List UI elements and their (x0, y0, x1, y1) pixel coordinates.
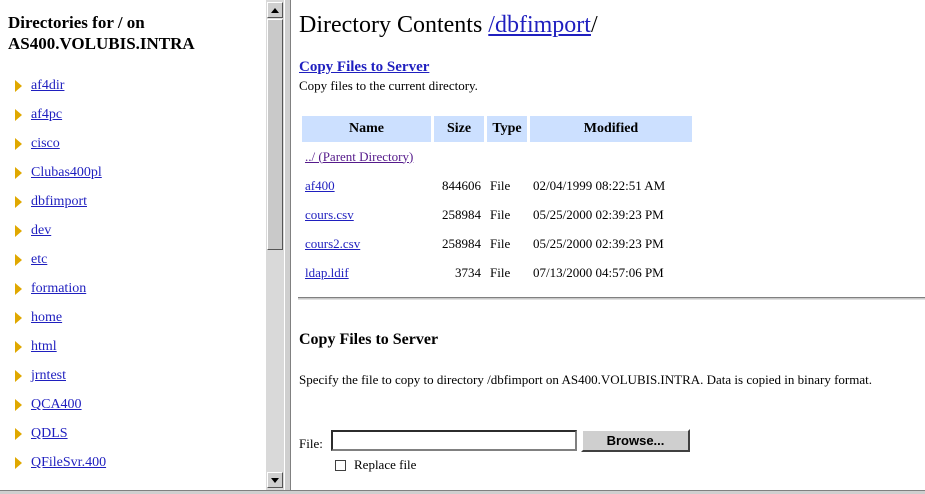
table-row: cours.csv 258984 File 05/25/2000 02:39:23 P… (302, 200, 692, 229)
file-type-cell: File (490, 264, 511, 280)
frame-divider[interactable] (284, 0, 291, 494)
arrow-up-icon (271, 8, 279, 13)
directory-link[interactable]: QFileSvr.400 (31, 455, 106, 471)
folder-arrow-icon (15, 109, 22, 121)
column-header-type: Type (487, 116, 527, 142)
table-row: cours2.csv 258984 File 05/25/2000 02:39:23 … (302, 229, 692, 258)
parent-directory-row: ../ (Parent Directory) (302, 142, 692, 171)
column-header-size: Size (434, 116, 484, 142)
replace-file-checkbox[interactable] (335, 460, 346, 471)
file-name-cell: ldap.ldif (302, 258, 431, 287)
contents-frame: Directory Contents /dbfimport/ Copy File… (291, 0, 925, 490)
directory-link[interactable]: jrntest (31, 368, 66, 384)
directory-link[interactable]: af4pc (31, 107, 62, 123)
directory-link[interactable]: dev (31, 223, 51, 239)
file-link[interactable]: cours.csv (305, 207, 354, 222)
table-header-row: Name Size Type Modified (302, 116, 692, 142)
page-title-suffix: / (590, 12, 598, 38)
window-bottom-edge (0, 490, 925, 494)
file-size-cell: 3734 (455, 264, 481, 280)
page-title: Directory Contents /dbfimport/ (299, 12, 598, 39)
file-path-input[interactable] (331, 430, 577, 451)
scroll-down-button[interactable] (267, 472, 283, 488)
file-name-cell: cours.csv (302, 200, 431, 229)
file-field-label: File: (299, 436, 323, 451)
parent-directory-link[interactable]: ../ (Parent Directory) (305, 149, 413, 164)
folder-arrow-icon (15, 312, 22, 324)
upload-section-description: Specify the file to copy to directory /d… (299, 372, 872, 387)
table-row: ldap.ldif 3734 File 07/13/2000 04:57:06 PM (302, 258, 692, 287)
column-header-name: Name (302, 116, 431, 142)
page-title-text: Directory Contents (299, 12, 489, 38)
title-line-1: Directories for / on (8, 13, 145, 32)
file-modified-cell: 02/04/1999 08:22:51 AM (533, 177, 666, 193)
column-header-modified: Modified (530, 116, 692, 142)
file-modified-cell: 05/25/2000 02:39:23 PM (533, 235, 664, 251)
folder-arrow-icon (15, 254, 22, 266)
file-name-cell: af400 (302, 171, 431, 200)
folder-arrow-icon (15, 341, 22, 353)
file-type-cell: File (490, 235, 511, 251)
file-link[interactable]: ldap.ldif (305, 265, 349, 280)
directory-link[interactable]: QCA400 (31, 397, 82, 413)
directory-link[interactable]: QDLS (31, 426, 68, 442)
file-table: Name Size Type Modified ../ (Parent Dire… (299, 116, 695, 287)
left-frame-scrollbar[interactable] (266, 0, 284, 490)
file-modified-cell: 07/13/2000 04:57:06 PM (533, 264, 664, 280)
directory-link[interactable]: cisco (31, 136, 60, 152)
directory-link[interactable]: home (31, 310, 62, 326)
file-size-cell: 258984 (442, 206, 481, 222)
file-name-cell: cours2.csv (302, 229, 431, 258)
directory-link[interactable]: Clubas400pl (31, 165, 102, 181)
directory-link[interactable]: dbfimport (31, 194, 87, 210)
file-size-cell: 258984 (442, 235, 481, 251)
scroll-up-button[interactable] (267, 2, 283, 18)
upload-section-title: Copy Files to Server (299, 331, 439, 348)
directory-link[interactable]: af4dir (31, 78, 64, 94)
folder-arrow-icon (15, 457, 22, 469)
folder-arrow-icon (15, 167, 22, 179)
folder-arrow-icon (15, 196, 22, 208)
file-link[interactable]: cours2.csv (305, 236, 360, 251)
copy-files-description: Copy files to the current directory. (299, 78, 478, 93)
folder-arrow-icon (15, 225, 22, 237)
scroll-thumb[interactable] (267, 19, 283, 250)
directory-link[interactable]: formation (31, 281, 86, 297)
directory-link[interactable]: html (31, 339, 57, 355)
replace-file-label: Replace file (354, 457, 417, 472)
directory-frame-title: Directories for / on AS400.VOLUBIS.INTRA (8, 12, 263, 54)
title-line-2: AS400.VOLUBIS.INTRA (8, 34, 195, 53)
folder-arrow-icon (15, 283, 22, 295)
directory-link[interactable]: etc (31, 252, 47, 268)
browse-button[interactable]: Browse... (581, 429, 690, 452)
file-type-cell: File (490, 177, 511, 193)
folder-arrow-icon (15, 428, 22, 440)
file-type-cell: File (490, 206, 511, 222)
folder-arrow-icon (15, 80, 22, 92)
directory-frame: Directories for / on AS400.VOLUBIS.INTRA… (0, 0, 266, 490)
folder-arrow-icon (15, 138, 22, 150)
file-link[interactable]: af400 (305, 178, 335, 193)
file-modified-cell: 05/25/2000 02:39:23 PM (533, 206, 664, 222)
table-row: af400 844606 File 02/04/1999 08:22:51 AM (302, 171, 692, 200)
arrow-down-icon (271, 478, 279, 483)
file-size-cell: 844606 (442, 177, 481, 193)
copy-files-link[interactable]: Copy Files to Server (299, 59, 429, 76)
page-title-directory-link[interactable]: /dbfimport (488, 12, 591, 38)
section-divider (298, 297, 925, 300)
folder-arrow-icon (15, 399, 22, 411)
parent-directory-cell: ../ (Parent Directory) (302, 142, 692, 171)
folder-arrow-icon (15, 370, 22, 382)
